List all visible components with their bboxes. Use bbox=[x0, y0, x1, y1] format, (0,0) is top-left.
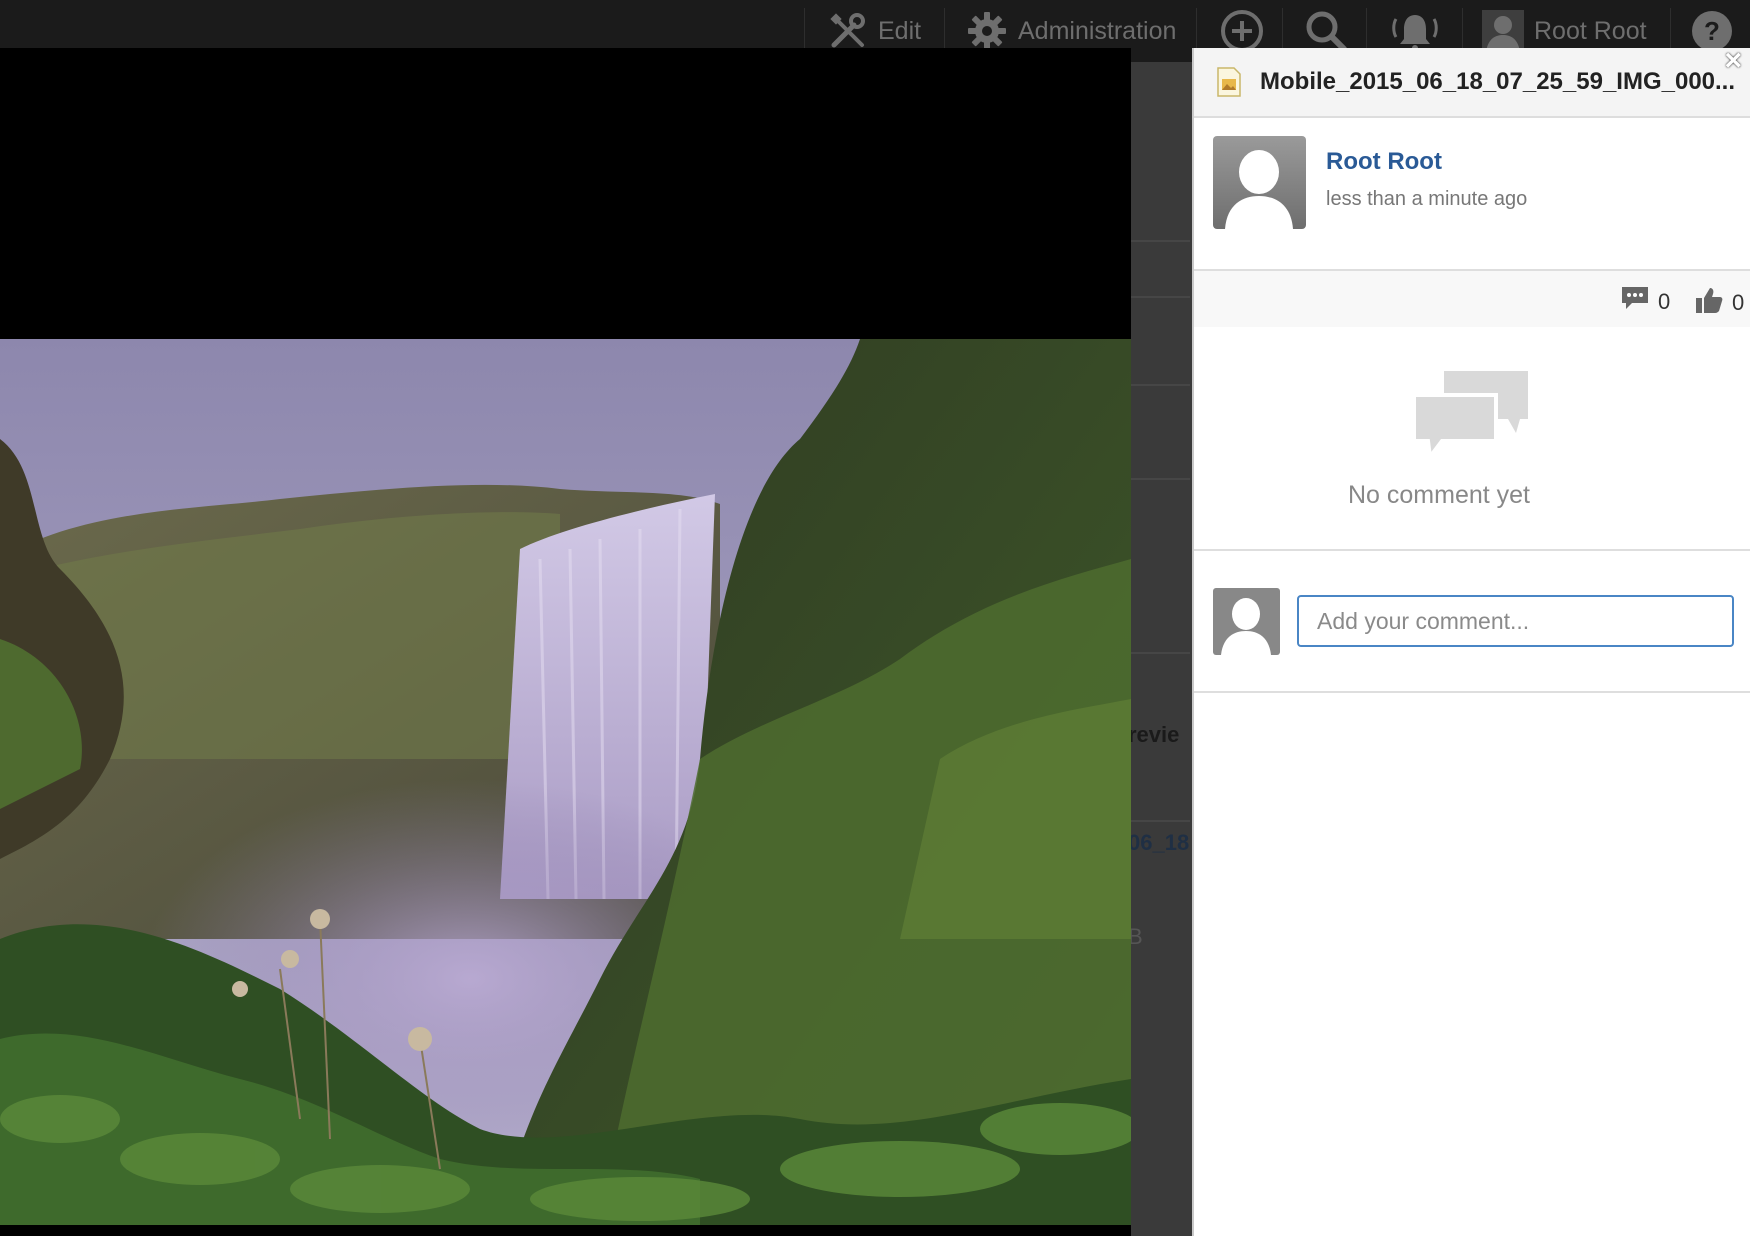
administration-label: Administration bbox=[1018, 16, 1177, 45]
edit-label: Edit bbox=[878, 16, 922, 45]
background-divider bbox=[1130, 240, 1190, 242]
author-section: Root Root less than a minute ago bbox=[1194, 118, 1750, 271]
media-viewer bbox=[0, 48, 1131, 1236]
comments-count: 0 bbox=[1658, 289, 1671, 314]
user-avatar bbox=[1482, 10, 1524, 52]
panel-header: Mobile_2015_06_18_07_25_59_IMG_000... × bbox=[1194, 44, 1750, 118]
svg-text:?: ? bbox=[1704, 16, 1720, 46]
author-avatar[interactable] bbox=[1213, 136, 1306, 229]
comment-icon bbox=[1620, 285, 1650, 319]
author-name-link[interactable]: Root Root bbox=[1326, 148, 1442, 176]
comment-composer bbox=[1194, 551, 1750, 693]
background-preview-label: revie bbox=[1128, 722, 1180, 747]
edit-icon bbox=[828, 11, 868, 51]
comment-input[interactable] bbox=[1297, 595, 1734, 647]
activity-panel: Mobile_2015_06_18_07_25_59_IMG_000... × bbox=[1192, 44, 1750, 1236]
background-divider bbox=[1130, 478, 1190, 480]
background-page bbox=[1130, 62, 1200, 1236]
add-icon bbox=[1220, 9, 1264, 53]
background-divider bbox=[1130, 820, 1190, 822]
screen: Edit Administration Root Root ? revie 06… bbox=[0, 0, 1750, 1236]
likes-counter[interactable]: 0 bbox=[1694, 285, 1744, 321]
background-file-link: 06_18 bbox=[1128, 830, 1190, 855]
image-file-icon bbox=[1216, 67, 1242, 97]
current-user-avatar bbox=[1213, 588, 1280, 655]
search-icon bbox=[1304, 9, 1348, 53]
likes-count: 0 bbox=[1732, 290, 1745, 315]
gear-icon bbox=[966, 10, 1008, 52]
stats-bar: 0 0 bbox=[1194, 271, 1750, 327]
conversation-icon bbox=[1412, 369, 1532, 470]
background-divider bbox=[1130, 652, 1190, 654]
close-button[interactable]: × bbox=[1724, 44, 1742, 78]
post-timestamp: less than a minute ago bbox=[1326, 188, 1528, 210]
empty-message: No comment yet bbox=[1347, 481, 1530, 509]
background-divider bbox=[1130, 296, 1190, 298]
empty-comments: No comment yet bbox=[1194, 327, 1750, 551]
waterfall-photo bbox=[0, 339, 1131, 1225]
user-name: Root Root bbox=[1534, 16, 1647, 45]
thumbs-up-icon bbox=[1694, 285, 1724, 321]
background-divider bbox=[1130, 384, 1190, 386]
notification-icon bbox=[1390, 9, 1440, 53]
comments-counter[interactable]: 0 bbox=[1620, 285, 1670, 319]
panel-title: Mobile_2015_06_18_07_25_59_IMG_000... bbox=[1260, 68, 1736, 95]
